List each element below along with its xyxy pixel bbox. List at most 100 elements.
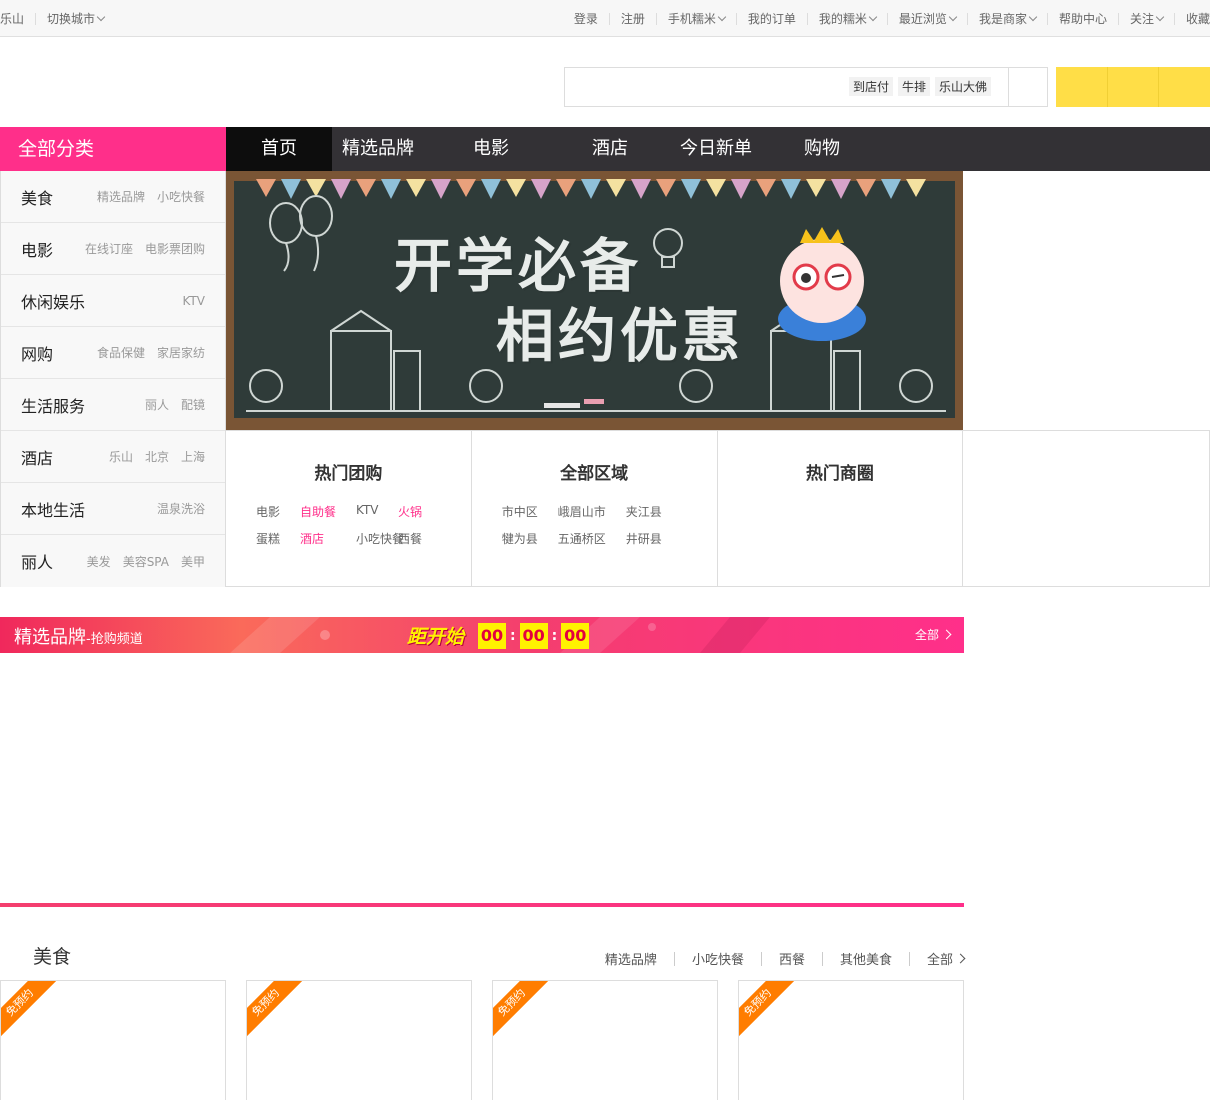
top-bar-left: 乐山 切换城市 — [0, 10, 106, 27]
flash-sale-all-link[interactable]: 全部 — [915, 626, 952, 643]
quick-links-panels: 热门团购 电影 自助餐 KTV 火锅 蛋糕 酒店 小吃快餐 西餐 全部区域 市中… — [226, 430, 1210, 587]
no-reservation-badge: 免预约 — [739, 981, 796, 1041]
nav-new-today[interactable]: 今日新单 — [662, 127, 770, 171]
category-sub-link[interactable]: 上海 — [181, 448, 205, 465]
favorite-link[interactable]: 收藏 — [1186, 10, 1210, 27]
area-link[interactable]: 井研县 — [626, 530, 676, 547]
divider — [1046, 12, 1048, 25]
deal-card[interactable]: 免预约 — [0, 980, 226, 1100]
recent-browse-menu[interactable]: 最近浏览 — [899, 10, 958, 27]
hot-word[interactable]: 牛排 — [898, 77, 931, 96]
category-sub-link[interactable]: KTV — [183, 294, 205, 308]
category-sub-link[interactable]: 乐山 — [109, 448, 133, 465]
category-sub-link[interactable]: 电影票团购 — [145, 240, 205, 257]
category-sub-link[interactable]: 美甲 — [181, 553, 205, 570]
chevron-down-icon — [868, 12, 878, 21]
mobile-nuomi-menu[interactable]: 手机糯米 — [668, 10, 727, 27]
hot-group-link[interactable]: 小吃快餐 — [356, 530, 404, 547]
category-online-shopping[interactable]: 网购 食品保健 家居家纺 — [1, 327, 225, 379]
hot-word[interactable]: 到店付 — [849, 77, 894, 96]
hot-group-link[interactable]: 蛋糕 — [256, 530, 300, 547]
chevron-down-icon — [1028, 12, 1038, 21]
food-tab[interactable]: 其他美食 — [840, 949, 892, 968]
all-categories-header[interactable]: 全部分类 — [0, 127, 226, 171]
category-sub-link[interactable]: 在线订座 — [85, 240, 133, 257]
category-sub-link[interactable]: 家居家纺 — [157, 344, 205, 361]
deal-card[interactable]: 免预约 — [492, 980, 718, 1100]
chevron-down-icon — [1155, 12, 1165, 21]
hot-group-link[interactable]: 酒店 — [300, 530, 356, 547]
category-life-service[interactable]: 生活服务 丽人 配镜 — [1, 379, 225, 431]
area-link[interactable]: 犍为县 — [502, 530, 558, 547]
areas-panel: 全部区域 市中区 峨眉山市 夹江县 犍为县 五通桥区 井研县 — [471, 430, 718, 586]
category-sub-link[interactable]: 配镜 — [181, 396, 205, 413]
nav-home[interactable]: 首页 — [226, 127, 332, 171]
promo-banner[interactable]: 开学必备 相约优惠 — [226, 171, 963, 430]
food-tab[interactable]: 精选品牌 — [605, 949, 657, 968]
chevron-down-icon — [948, 12, 958, 21]
category-beauty[interactable]: 丽人 美发 美容SPA 美甲 — [1, 535, 225, 587]
divider — [35, 12, 37, 25]
category-movie[interactable]: 电影 在线订座 电影票团购 — [1, 223, 225, 275]
category-sub-link[interactable]: 美发 — [87, 553, 111, 570]
deal-card[interactable]: 免预约 — [738, 980, 964, 1100]
category-sub-link[interactable]: 小吃快餐 — [157, 188, 205, 205]
empty-panel — [963, 430, 1210, 586]
login-link[interactable]: 登录 — [574, 10, 598, 27]
hot-word[interactable]: 乐山大佛 — [935, 77, 992, 96]
merchant-menu[interactable]: 我是商家 — [979, 10, 1038, 27]
switch-city-link[interactable]: 切换城市 — [47, 10, 106, 27]
area-link[interactable]: 五通桥区 — [558, 530, 626, 547]
search-icon-button[interactable] — [1008, 68, 1047, 106]
category-hotel[interactable]: 酒店 乐山 北京 上海 — [1, 431, 225, 483]
switch-city-label: 切换城市 — [47, 12, 96, 26]
nav-movie[interactable]: 电影 — [424, 127, 558, 171]
food-tab[interactable]: 小吃快餐 — [692, 949, 744, 968]
hot-group-link[interactable]: 西餐 — [398, 530, 438, 547]
category-sub-link[interactable]: 温泉洗浴 — [157, 500, 205, 517]
nav-shopping[interactable]: 购物 — [770, 127, 874, 171]
deal-card[interactable]: 免预约 — [246, 980, 472, 1100]
area-link[interactable]: 夹江县 — [626, 503, 676, 520]
category-sub-link[interactable]: 食品保健 — [97, 344, 145, 361]
help-center-link[interactable]: 帮助中心 — [1059, 10, 1107, 27]
my-orders-link[interactable]: 我的订单 — [748, 10, 796, 27]
nav-brands[interactable]: 精选品牌 — [332, 127, 424, 171]
top-bar-right: 登录 注册 手机糯米 我的订单 我的糯米 最近浏览 我是商家 帮助中心 关注 收… — [574, 10, 1210, 27]
flash-sale-title: 精选品牌-抢购频道 — [14, 623, 143, 649]
register-link[interactable]: 注册 — [621, 10, 645, 27]
category-food[interactable]: 美食 精选品牌 小吃快餐 — [1, 171, 225, 223]
search-button-segment — [1108, 67, 1160, 107]
category-sub-link[interactable]: 美容SPA — [123, 553, 169, 570]
divider — [806, 12, 808, 25]
countdown-minutes: 00 — [519, 622, 548, 649]
banner-subheadline: 相约优惠 — [496, 302, 745, 370]
category-entertainment[interactable]: 休闲娱乐 KTV — [1, 275, 225, 327]
category-sub-link[interactable]: 北京 — [145, 448, 169, 465]
hot-group-link[interactable]: 自助餐 — [300, 503, 356, 520]
search-button[interactable] — [1056, 67, 1210, 107]
hot-group-link[interactable]: 电影 — [256, 503, 300, 520]
no-reservation-badge: 免预约 — [1, 981, 58, 1041]
area-link[interactable]: 市中区 — [502, 503, 558, 520]
hot-group-link[interactable]: 火锅 — [398, 503, 438, 520]
search-input[interactable] — [565, 68, 845, 106]
countdown: 距开始 00 : 00 : 00 — [407, 622, 590, 649]
hot-group-link[interactable]: KTV — [356, 503, 398, 520]
category-sub-link[interactable]: 丽人 — [145, 396, 169, 413]
food-tab[interactable]: 西餐 — [779, 949, 805, 968]
top-bar: 乐山 切换城市 登录 注册 手机糯米 我的订单 我的糯米 最近浏览 我是商家 帮… — [0, 0, 1210, 37]
category-sub-link[interactable]: 精选品牌 — [97, 188, 145, 205]
area-link[interactable]: 峨眉山市 — [558, 503, 626, 520]
category-sidebar: 美食 精选品牌 小吃快餐 电影 在线订座 电影票团购 休闲娱乐 KTV 网购 食品保… — [0, 171, 226, 587]
category-title: 电影 — [21, 240, 54, 260]
category-local-life[interactable]: 本地生活 温泉洗浴 — [1, 483, 225, 535]
follow-menu[interactable]: 关注 — [1130, 10, 1165, 27]
divider — [1117, 12, 1119, 25]
my-nuomi-menu[interactable]: 我的糯米 — [819, 10, 878, 27]
hot-group-panel: 热门团购 电影 自助餐 KTV 火锅 蛋糕 酒店 小吃快餐 西餐 — [226, 430, 472, 586]
nav-hotel[interactable]: 酒店 — [558, 127, 662, 171]
food-all-link[interactable]: 全部 — [927, 949, 966, 968]
countdown-seconds: 00 — [561, 622, 590, 649]
panel-title: 热门团购 — [314, 464, 383, 484]
